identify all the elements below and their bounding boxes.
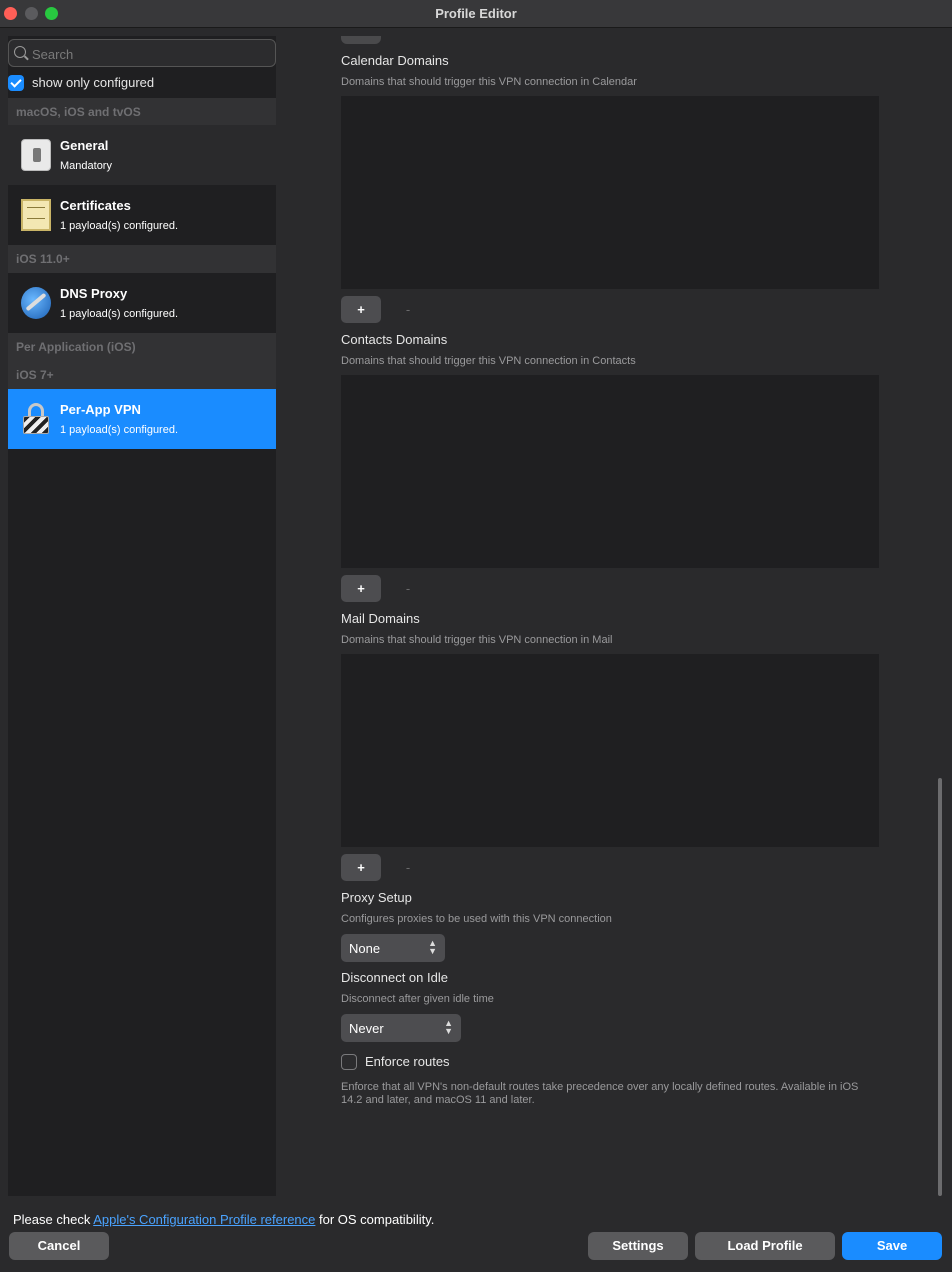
sidebar-item-title: General bbox=[60, 138, 109, 153]
proxy-setup-title: Proxy Setup bbox=[341, 890, 412, 905]
enforce-routes-desc: Enforce that all VPN's non-default route… bbox=[341, 1081, 859, 1106]
sidebar-item-subtitle: 1 payload(s) configured. bbox=[60, 424, 179, 436]
load-profile-button[interactable]: Load Profile bbox=[695, 1232, 835, 1260]
sidebar-item-subtitle: 1 payload(s) configured. bbox=[60, 308, 179, 320]
calendar-domains-title: Calendar Domains bbox=[341, 53, 449, 68]
mail-domains-table[interactable] bbox=[341, 654, 879, 847]
enforce-routes-checkbox[interactable] bbox=[341, 1054, 357, 1070]
sidebar-item-title: DNS Proxy bbox=[60, 286, 128, 301]
cancel-button[interactable]: Cancel bbox=[9, 1232, 109, 1260]
section-header-ios-11: iOS 11.0+ bbox=[8, 245, 276, 273]
mail-remove-button[interactable]: - bbox=[402, 854, 414, 881]
sidebar-item-dns-proxy[interactable]: DNS Proxy 1 payload(s) configured. bbox=[8, 273, 276, 333]
previous-add-button-edge[interactable] bbox=[341, 36, 381, 44]
section-header-ios-7: iOS 7+ bbox=[8, 361, 276, 389]
sidebar-item-general[interactable]: General Mandatory bbox=[8, 125, 276, 185]
calendar-remove-button[interactable]: - bbox=[402, 296, 414, 323]
contacts-domains-desc: Domains that should trigger this VPN con… bbox=[341, 355, 636, 367]
show-only-configured-label: show only configured bbox=[32, 75, 155, 90]
proxy-setup-value: None bbox=[349, 941, 381, 956]
content-scrollbar[interactable] bbox=[938, 778, 942, 1196]
contacts-add-button[interactable]: + bbox=[341, 575, 381, 602]
contacts-domains-table[interactable] bbox=[341, 375, 879, 568]
save-button[interactable]: Save bbox=[842, 1232, 942, 1260]
enforce-routes-label: Enforce routes bbox=[365, 1054, 450, 1069]
window-title: Profile Editor bbox=[435, 6, 517, 21]
sidebar-item-title: Certificates bbox=[60, 198, 131, 213]
sidebar: Search show only configured macOS, iOS a… bbox=[8, 36, 276, 1196]
search-field[interactable]: Search bbox=[8, 39, 276, 67]
chevron-up-down-icon: ▲ ▼ bbox=[444, 1018, 453, 1036]
disconnect-idle-desc: Disconnect after given idle time bbox=[341, 993, 494, 1005]
disconnect-idle-select[interactable]: Never ▲ ▼ bbox=[341, 1014, 461, 1042]
certificate-icon bbox=[21, 199, 51, 231]
switch-icon bbox=[21, 139, 51, 171]
disconnect-idle-value: Never bbox=[349, 1021, 384, 1036]
proxy-setup-desc: Configures proxies to be used with this … bbox=[341, 913, 612, 925]
calendar-domains-desc: Domains that should trigger this VPN con… bbox=[341, 76, 637, 88]
proxy-setup-select[interactable]: None ▲ ▼ bbox=[341, 934, 445, 962]
checkbox-checked-icon[interactable] bbox=[8, 75, 24, 91]
sidebar-item-subtitle: 1 payload(s) configured. bbox=[60, 220, 179, 232]
calendar-domains-table[interactable] bbox=[341, 96, 879, 289]
config-profile-reference-link[interactable]: Apple's Configuration Profile reference bbox=[93, 1212, 315, 1227]
globe-wrench-icon bbox=[21, 287, 51, 319]
sidebar-item-subtitle: Mandatory bbox=[60, 160, 112, 172]
contacts-domains-title: Contacts Domains bbox=[341, 332, 448, 347]
section-header-macos-ios-tvos: macOS, iOS and tvOS bbox=[8, 98, 276, 126]
chevron-up-down-icon: ▲ ▼ bbox=[428, 938, 437, 956]
mail-domains-title: Mail Domains bbox=[341, 611, 420, 626]
footer-note: Please check Apple's Configuration Profi… bbox=[13, 1212, 434, 1227]
title-bar: Profile Editor bbox=[0, 0, 952, 28]
sidebar-item-certificates[interactable]: Certificates 1 payload(s) configured. bbox=[8, 185, 276, 245]
settings-button[interactable]: Settings bbox=[588, 1232, 688, 1260]
disconnect-idle-title: Disconnect on Idle bbox=[341, 970, 448, 985]
mail-domains-desc: Domains that should trigger this VPN con… bbox=[341, 634, 613, 646]
sidebar-item-per-app-vpn[interactable]: Per-App VPN 1 payload(s) configured. bbox=[8, 389, 276, 449]
footer-text-after: for OS compatibility. bbox=[315, 1212, 435, 1227]
contacts-remove-button[interactable]: - bbox=[402, 575, 414, 602]
search-placeholder: Search bbox=[32, 47, 74, 62]
mail-add-button[interactable]: + bbox=[341, 854, 381, 881]
calendar-add-button[interactable]: + bbox=[341, 296, 381, 323]
footer-text-before: Please check bbox=[13, 1212, 94, 1227]
sidebar-item-title: Per-App VPN bbox=[60, 402, 141, 417]
lock-icon bbox=[21, 403, 51, 435]
search-icon bbox=[14, 46, 26, 58]
section-header-per-application: Per Application (iOS) bbox=[8, 333, 276, 361]
